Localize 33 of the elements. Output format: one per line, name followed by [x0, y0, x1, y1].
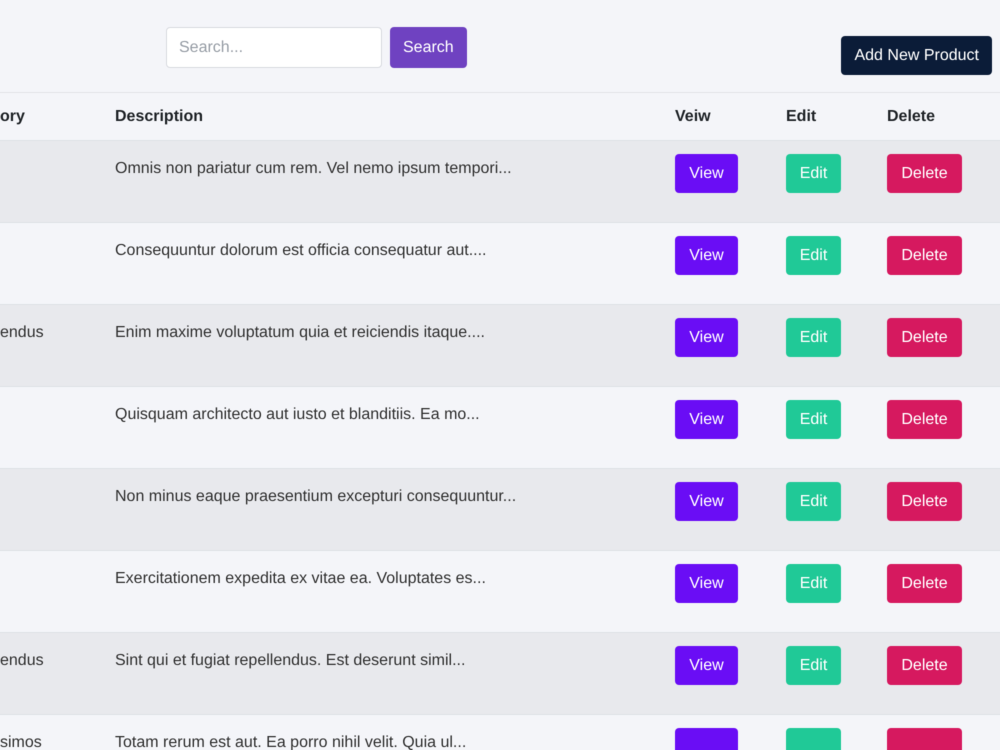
- description-cell: Exercitationem expedita ex vitae ea. Voluptates es...: [115, 570, 486, 587]
- view-button[interactable]: View: [675, 400, 738, 439]
- delete-button[interactable]: Delete: [887, 482, 962, 521]
- view-button[interactable]: View: [675, 154, 738, 193]
- view-button[interactable]: View: [675, 236, 738, 275]
- column-header: Description: [115, 108, 204, 124]
- view-button[interactable]: View: [675, 564, 738, 603]
- column-header: Edit: [786, 108, 816, 124]
- table-cell: endus: [0, 324, 44, 341]
- column-header: Veiw: [675, 108, 711, 124]
- delete-button[interactable]: Delete: [887, 400, 962, 439]
- description-cell: Omnis non pariatur cum rem. Vel nemo ipsum tempori...: [115, 160, 512, 177]
- add-product-button[interactable]: Add New Product: [841, 36, 992, 75]
- search-field[interactable]: Search...: [166, 27, 382, 68]
- description-cell: Enim maxime voluptatum quia et reiciendis itaque....: [115, 324, 485, 341]
- delete-button[interactable]: Delete: [887, 646, 962, 685]
- column-header: ory: [0, 108, 25, 124]
- delete-button[interactable]: Delete: [887, 154, 962, 193]
- table-cell: endus: [0, 652, 44, 669]
- view-button[interactable]: View: [675, 318, 738, 357]
- description-cell: Non minus eaque praesentium excepturi consequuntur...: [115, 488, 516, 505]
- view-button[interactable]: View: [675, 646, 738, 685]
- delete-button[interactable]: Delete: [887, 564, 962, 603]
- delete-button[interactable]: Delete: [887, 318, 962, 357]
- description-cell: Totam rerum est aut. Ea porro nihil velit. Quia ul...: [115, 734, 466, 750]
- delete-button[interactable]: Delete: [887, 236, 962, 275]
- table-cell: simos: [0, 734, 42, 750]
- view-button[interactable]: View: [675, 482, 738, 521]
- description-cell: Consequuntur dolorum est officia consequatur aut....: [115, 242, 486, 259]
- description-cell: Quisquam architecto aut iusto et blanditiis. Ea mo...: [115, 406, 480, 423]
- description-cell: Sint qui et fugiat repellendus. Est deserunt simil...: [115, 652, 466, 669]
- column-header: Delete: [887, 108, 936, 124]
- search-button[interactable]: Search: [390, 27, 467, 68]
